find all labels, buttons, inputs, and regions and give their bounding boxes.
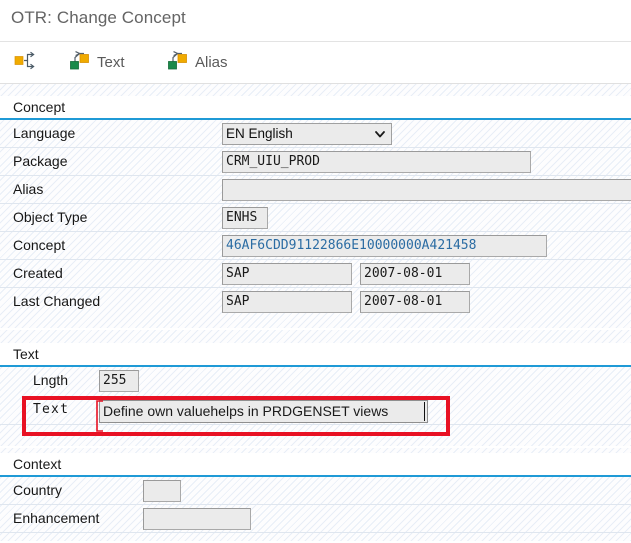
enhancement-input[interactable] [143,508,251,530]
row-package: Package CRM_UIU_PROD [0,148,631,176]
row-object-type: Object Type ENHS [0,204,631,232]
row-concept: Concept 46AF6CDD91122866E10000000A421458 [0,232,631,260]
application-toolbar: Text Alias [0,42,631,84]
concept-section-header: Concept [0,96,631,120]
context-section-body: Country Enhancement [0,477,631,541]
distribute-icon [14,50,36,75]
package-input[interactable]: CRM_UIU_PROD [222,151,531,173]
country-label: Country [13,482,62,498]
text-section-header: Text [0,343,631,367]
country-input[interactable] [143,480,181,502]
language-value: EN English [226,126,293,141]
last-changed-user-input[interactable]: SAP [222,291,352,313]
page-title: OTR: Change Concept [11,8,186,28]
concept-section-body: Language EN English Package CRM_UIU_PROD… [0,120,631,328]
text-label: Text [33,402,69,417]
text-node-icon [67,49,91,76]
sap-otr-change-concept-window: OTR: Change Concept [0,0,631,543]
length-input[interactable]: 255 [99,370,139,392]
enhancement-label: Enhancement [13,510,99,526]
toolbar-distribute-button[interactable] [9,46,47,78]
context-section: Context Country Enhancement [0,453,631,543]
row-text: Text Define own valuehelps in PRDGENSET … [0,395,631,425]
window-titlebar: OTR: Change Concept [0,0,631,42]
row-last-changed: Last Changed SAP 2007-08-01 [0,288,631,316]
concept-guid-input[interactable]: 46AF6CDD91122866E10000000A421458 [222,235,547,257]
toolbar-text-label: Text [97,54,125,71]
row-length: Lngth 255 [0,367,631,395]
language-label: Language [13,125,75,141]
last-changed-label: Last Changed [13,293,100,309]
alias-label: Alias [13,181,43,197]
text-input-caret [424,402,425,421]
alias-input[interactable] [222,179,631,201]
toolbar-text-button[interactable]: Text [62,46,130,78]
row-alias: Alias [0,176,631,204]
created-date-input[interactable]: 2007-08-01 [360,263,470,285]
last-changed-date-input[interactable]: 2007-08-01 [360,291,470,313]
row-enhancement: Enhancement [0,505,631,533]
text-section: Text Lngth 255 Text Define own valuehelp… [0,343,631,448]
row-created: Created SAP 2007-08-01 [0,260,631,288]
text-section-title: Text [13,346,39,362]
object-type-input[interactable]: ENHS [222,207,268,229]
package-label: Package [13,153,67,169]
object-type-label: Object Type [13,209,87,225]
language-select[interactable]: EN English [222,123,392,145]
toolbar-panel-gap [0,84,631,96]
created-label: Created [13,265,63,281]
context-bottom-filler [0,533,631,541]
chevron-down-icon [374,128,386,140]
concept-section-title: Concept [13,99,65,115]
concept-section: Concept Language EN English Package CRM_… [0,96,631,330]
concept-label: Concept [13,237,65,253]
toolbar-alias-button[interactable]: Alias [160,46,233,78]
row-country: Country [0,477,631,505]
concept-text-gap [0,330,631,343]
row-language: Language EN English [0,120,631,148]
context-section-title: Context [13,456,61,472]
text-section-body: Lngth 255 Text Define own valuehelps in … [0,367,631,446]
length-label: Lngth [33,372,68,388]
toolbar-alias-label: Alias [195,54,228,71]
created-user-input[interactable]: SAP [222,263,352,285]
text-input[interactable]: Define own valuehelps in PRDGENSET views [99,400,428,423]
alias-node-icon [165,49,189,76]
context-section-header: Context [0,453,631,477]
